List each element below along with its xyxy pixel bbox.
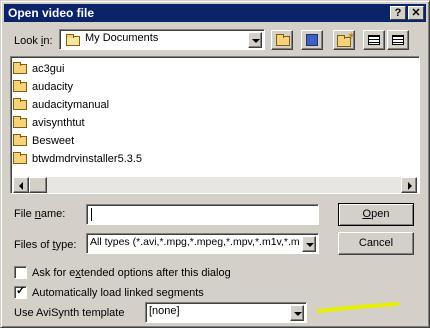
help-button[interactable]: ? [390,6,406,20]
filename-input[interactable] [86,204,319,225]
open-button[interactable]: Open [338,203,414,226]
scroll-left-button[interactable] [13,177,29,193]
avisynth-value: [none] [149,305,180,317]
up-folder-icon [276,34,290,46]
open-button-label: Open [362,208,390,220]
list-view-button[interactable] [363,30,385,50]
scroll-right-button[interactable] [401,177,417,193]
new-folder-button[interactable]: ✶ [333,30,355,50]
text-cursor [91,208,92,221]
cancel-button-label: Cancel [358,237,394,249]
avisynth-combo[interactable]: [none] [145,302,307,323]
scroll-thumb[interactable] [29,177,47,193]
details-view-icon [392,35,404,45]
folder-icon [13,152,27,164]
horizontal-scrollbar[interactable] [13,177,417,193]
open-video-dialog: Open video file ? ✕ Look in: My Document… [0,0,430,328]
dialog-title: Open video file [8,6,95,20]
close-button[interactable]: ✕ [408,6,424,20]
lookin-dropdown-button[interactable] [248,32,262,48]
file-name: audacity [32,81,73,93]
filetype-dropdown-button[interactable] [302,236,316,252]
chevron-down-icon [306,243,314,247]
lookin-value: My Documents [85,32,159,44]
linked-segments-label: Automatically load linked segments [32,287,204,299]
folder-icon [13,134,27,146]
filetype-value: All types (*.avi,*.mpg,*.mpeg,*.mpv,*.m1… [90,236,300,248]
file-list[interactable]: ac3gui audacity audacitymanual avisynthtut B… [10,56,420,194]
extended-options-label: Ask for extended options after this dial… [32,267,231,279]
file-name: audacitymanual [32,99,110,111]
list-view-icon [368,35,380,45]
file-list-item[interactable]: avisynthtut [13,114,393,132]
folder-icon [13,80,27,92]
up-one-level-button[interactable] [271,30,293,50]
file-list-item[interactable]: audacity [13,78,393,96]
title-bar[interactable]: Open video file ? ✕ [4,4,426,22]
folder-icon [13,62,27,74]
cancel-button[interactable]: Cancel [338,232,414,255]
filename-label: File name: [14,208,66,220]
sparkle-icon: ✶ [347,31,356,42]
file-name: Besweet [32,135,75,147]
chevron-down-icon [252,39,260,43]
lookin-label: Look in: [14,35,53,47]
my-documents-icon [66,34,80,46]
file-name: avisynthtut [32,117,85,129]
arrow-left-icon [19,182,23,190]
folder-icon [13,98,27,110]
checkmark-icon: ✓ [16,285,26,297]
file-list-item[interactable]: audacitymanual [13,96,393,114]
lookin-combo[interactable]: My Documents [59,29,265,50]
file-list-item[interactable]: ac3gui [13,60,393,78]
desktop-button[interactable] [301,30,323,50]
file-list-item[interactable]: Besweet [13,132,393,150]
filetype-label: Files of type: [14,239,77,251]
arrow-right-icon [408,182,412,190]
chevron-down-icon [294,312,302,316]
avisynth-dropdown-button[interactable] [290,305,304,321]
extended-options-checkbox[interactable] [14,266,27,279]
details-view-button[interactable] [387,30,409,50]
file-name: ac3gui [32,63,65,75]
file-name: btwdmdrvinstaller5.3.5 [32,153,143,165]
folder-icon [13,116,27,128]
filetype-combo[interactable]: All types (*.avi,*.mpg,*.mpeg,*.mpv,*.m1… [86,233,319,254]
linked-segments-checkbox[interactable]: ✓ [14,285,27,299]
file-list-item[interactable]: btwdmdrvinstaller5.3.5 [13,150,393,168]
avisynth-label: Use AviSynth template [14,307,125,319]
highlighter-stroke [317,302,399,313]
desktop-icon [306,34,318,46]
